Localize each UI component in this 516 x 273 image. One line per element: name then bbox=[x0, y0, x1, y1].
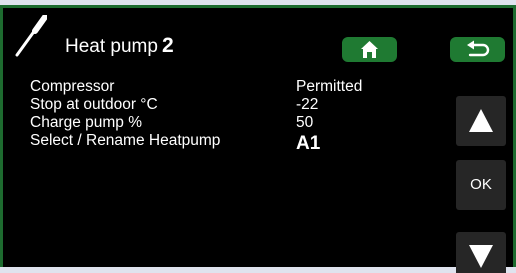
back-arrow-icon bbox=[467, 40, 490, 57]
wrench-icon bbox=[13, 14, 48, 59]
home-button[interactable] bbox=[342, 37, 397, 62]
back-button[interactable] bbox=[450, 37, 505, 62]
setting-value: A1 bbox=[296, 133, 321, 154]
home-icon bbox=[361, 41, 378, 58]
setting-value: Permitted bbox=[296, 78, 363, 95]
setting-label: Select / Rename Heatpump bbox=[30, 132, 221, 149]
heat-pump-number: 2 bbox=[161, 34, 174, 57]
setting-label: Charge pump % bbox=[30, 114, 143, 131]
arrow-up-icon bbox=[469, 109, 493, 132]
setting-value: -22 bbox=[296, 96, 319, 113]
setting-label: Compressor bbox=[30, 78, 115, 95]
ok-button-label: OK bbox=[470, 176, 492, 193]
scroll-up-button[interactable] bbox=[456, 96, 506, 146]
setting-value: 50 bbox=[296, 114, 314, 131]
ok-button[interactable]: OK bbox=[456, 160, 506, 210]
heat-pump-screen: Heat pump 2 Compressor Permitted Stop at … bbox=[0, 5, 516, 273]
setting-label: Stop at outdoor °C bbox=[30, 96, 158, 113]
page-title-text: Heat pump bbox=[65, 36, 158, 57]
page-title: Heat pump 2 bbox=[65, 34, 174, 59]
